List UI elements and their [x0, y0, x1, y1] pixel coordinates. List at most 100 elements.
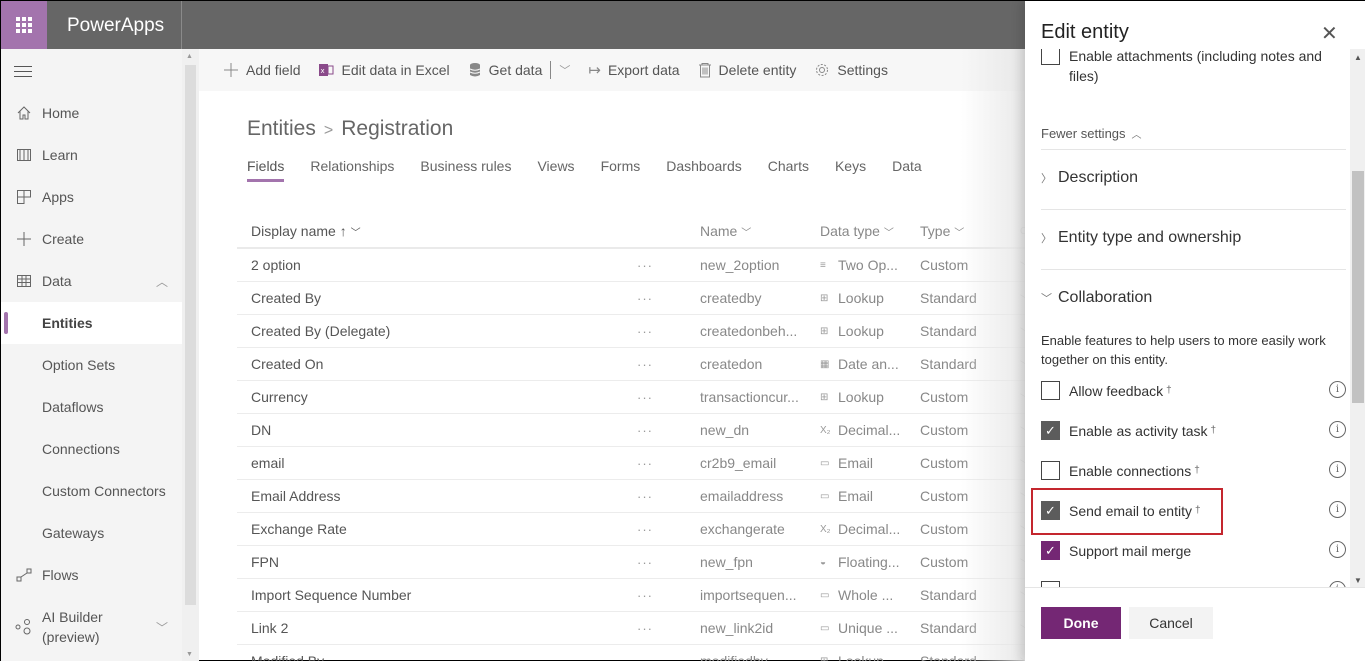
get-data-dropdown-chevron-icon[interactable]: ﹀ [559, 62, 570, 78]
more-options-icon[interactable]: ··· [637, 357, 700, 372]
close-icon[interactable]: ✕ [1321, 21, 1338, 46]
scrollbar-thumb[interactable] [1352, 171, 1364, 403]
export-data-button[interactable]: ↦ Export data [588, 61, 679, 79]
table-row[interactable]: Email Address ··· emailaddress ▭ Email Custom… [237, 480, 1037, 513]
tab-relationships[interactable]: Relationships [310, 158, 394, 182]
more-options-icon[interactable]: ··· [637, 489, 700, 504]
section-description[interactable]: 〉 Description [1041, 169, 1138, 187]
column-header-data-type[interactable]: Data type ﹀ [820, 223, 920, 239]
table-row[interactable]: Created By···createdby⊞LookupStandard﹀ [237, 282, 1037, 315]
column-header-name[interactable]: Name ﹀ [700, 223, 820, 239]
sidebar-scrollbar[interactable]: ▲ ▼ [182, 49, 199, 661]
sidebar-item-connections[interactable]: Connections [1, 428, 182, 470]
fewer-settings-toggle[interactable]: Fewer settings ︿ [1041, 126, 1142, 141]
checkbox-box-checked[interactable]: ✓ [1041, 541, 1060, 560]
done-button[interactable]: Done [1041, 607, 1121, 639]
more-options-icon[interactable]: ··· [637, 588, 700, 603]
sidebar-item-home[interactable]: Home [1, 92, 182, 134]
column-header-display-name[interactable]: Display name ↑ ﹀ [237, 223, 637, 239]
more-options-icon[interactable]: ··· [637, 654, 700, 661]
checkbox-box-checked[interactable]: ✓ [1041, 421, 1060, 440]
settings-button[interactable]: Settings [814, 62, 888, 78]
table-row[interactable]: email···cr2b9_email▭EmailCustom﹀ [237, 447, 1037, 480]
more-options-icon[interactable]: ··· [637, 555, 700, 570]
cell-display-name[interactable]: Created By (Delegate) [237, 323, 637, 339]
table-row[interactable]: Created On ··· createdon ▦ Date an... Standar… [237, 348, 1037, 381]
tab-dashboards[interactable]: Dashboards [666, 158, 742, 182]
edit-in-excel-button[interactable]: x Edit data in Excel [318, 62, 450, 78]
allow-feedback-checkbox[interactable]: Allow feedback † i [1041, 381, 1346, 401]
panel-scrollbar[interactable]: ▲ ▼ [1350, 49, 1365, 587]
checkbox-box[interactable] [1041, 49, 1060, 65]
cell-display-name[interactable]: Created By [237, 290, 637, 306]
sidebar-item-dataflows[interactable]: Dataflows [1, 386, 182, 428]
section-entity-type-ownership[interactable]: 〉 Entity type and ownership [1041, 229, 1241, 247]
info-icon[interactable]: i [1329, 461, 1346, 478]
tab-charts[interactable]: Charts [768, 158, 809, 182]
cancel-button[interactable]: Cancel [1129, 607, 1213, 639]
table-row[interactable]: Link 2···new_link2id▭Unique ...Standard﹀ [237, 612, 1037, 645]
tab-views[interactable]: Views [537, 158, 574, 182]
sidebar-item-create[interactable]: Create [1, 218, 182, 260]
cell-display-name[interactable]: Import Sequence Number [237, 587, 637, 603]
cell-display-name[interactable]: Currency [237, 389, 637, 405]
cell-display-name[interactable]: FPN [237, 554, 637, 570]
more-options-icon[interactable]: ··· [637, 324, 700, 339]
info-icon[interactable]: i [1329, 501, 1346, 518]
enable-activity-task-checkbox[interactable]: ✓ Enable as activity task † i [1041, 421, 1346, 441]
info-icon[interactable]: i [1329, 381, 1346, 398]
chevron-up-icon[interactable]: ︿ [156, 273, 168, 290]
cell-display-name[interactable]: Modified By [237, 653, 637, 661]
cell-display-name[interactable]: Exchange Rate [237, 521, 637, 537]
sidebar-item-data[interactable]: Data ︿ [1, 260, 182, 302]
table-row[interactable]: Import Sequence Number ··· importsequen...… [237, 579, 1037, 612]
section-collaboration[interactable]: ﹀ Collaboration [1041, 289, 1152, 307]
table-row[interactable]: Currency ··· transactioncur... ⊞ Lookup Custo… [237, 381, 1037, 414]
scroll-up-arrow-icon[interactable]: ▲ [1354, 53, 1362, 62]
more-options-icon[interactable]: ··· [637, 291, 700, 306]
more-options-icon[interactable]: ··· [637, 258, 700, 273]
checkbox-box-checked[interactable]: ✓ [1041, 501, 1060, 520]
get-data-button[interactable]: Get data [468, 62, 542, 78]
cell-display-name[interactable]: email [237, 455, 637, 471]
scroll-up-arrow-icon[interactable]: ▲ [186, 53, 193, 60]
chevron-down-icon[interactable]: ﹀ [156, 619, 168, 636]
sidebar-item-entities[interactable]: Entities [1, 302, 182, 344]
info-icon[interactable]: i [1329, 421, 1346, 438]
cell-display-name[interactable]: Email Address [237, 488, 637, 504]
cell-display-name[interactable]: DN [237, 422, 637, 438]
sidebar-item-ai-builder[interactable]: AI Builder (preview) ﹀ [1, 605, 182, 649]
table-row[interactable]: Exchange Rate ··· exchangerate X₂ Decimal...… [237, 513, 1037, 546]
tab-fields[interactable]: Fields [247, 158, 285, 182]
delete-entity-button[interactable]: Delete entity [698, 62, 796, 78]
checkbox-box[interactable] [1041, 461, 1060, 480]
more-options-icon[interactable]: ··· [637, 456, 700, 471]
scrollbar-thumb[interactable] [185, 65, 196, 605]
column-header-type[interactable]: Type ﹀ [920, 223, 1020, 239]
sidebar-item-option-sets[interactable]: Option Sets [1, 344, 182, 386]
tab-forms[interactable]: Forms [601, 158, 641, 182]
scroll-down-arrow-icon[interactable]: ▼ [186, 651, 193, 658]
hamburger-menu-icon[interactable] [14, 66, 32, 81]
breadcrumb-entities-link[interactable]: Entities [247, 117, 316, 140]
table-row[interactable]: DN···new_dnX₂Decimal...Custom﹀ [237, 414, 1037, 447]
app-title[interactable]: PowerApps [67, 15, 164, 37]
cell-display-name[interactable]: Link 2 [237, 620, 637, 636]
sidebar-item-flows[interactable]: Flows [1, 554, 182, 596]
cell-display-name[interactable]: 2 option [237, 257, 637, 273]
table-row[interactable]: FPN···new_fpn◒Floating...Custom﹀ [237, 546, 1037, 579]
enable-connections-checkbox[interactable]: Enable connections † i [1041, 461, 1346, 481]
app-launcher-button[interactable] [1, 1, 47, 49]
send-email-to-entity-checkbox[interactable]: ✓ Send email to entity † i [1041, 501, 1346, 521]
more-options-icon[interactable]: ··· [637, 423, 700, 438]
info-icon[interactable]: i [1329, 541, 1346, 558]
sidebar-item-custom-connectors[interactable]: Custom Connectors [1, 470, 182, 512]
add-field-button[interactable]: Add field [223, 62, 300, 78]
enable-attachments-checkbox[interactable]: Enable attachments (including notes and … [1041, 49, 1346, 86]
more-options-icon[interactable]: ··· [637, 522, 700, 537]
support-mail-merge-checkbox[interactable]: ✓ Support mail merge i [1041, 541, 1346, 561]
more-options-icon[interactable]: ··· [637, 621, 700, 636]
scroll-down-arrow-icon[interactable]: ▼ [1354, 576, 1362, 585]
more-options-icon[interactable]: ··· [637, 390, 700, 405]
sidebar-item-gateways[interactable]: Gateways [1, 512, 182, 554]
